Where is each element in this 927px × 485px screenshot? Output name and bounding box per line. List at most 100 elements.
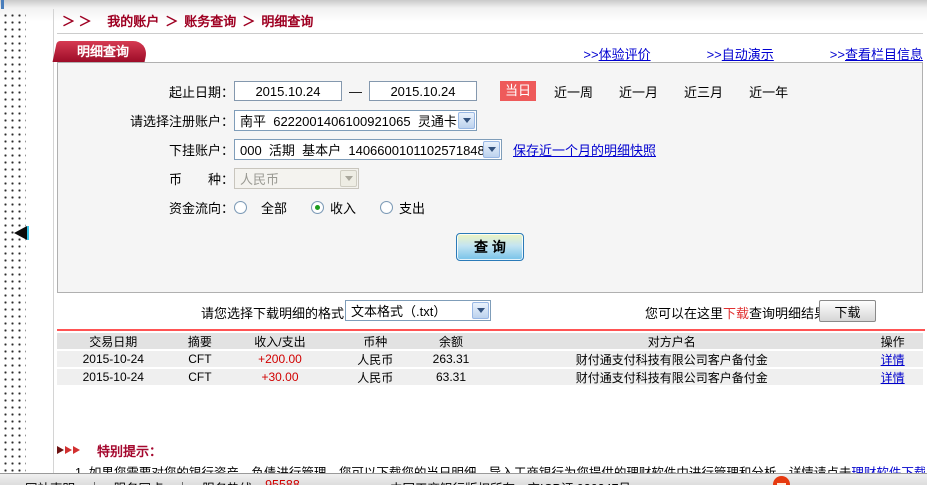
detail-link[interactable]: 详情 [881,353,905,367]
radio-icon [380,201,393,214]
query-button[interactable]: 查 询 [456,233,524,261]
download-hint: 您可以在这里下载查询明细结果 [645,303,827,322]
end-date-input[interactable] [369,81,477,101]
breadcrumb-separator: ＞ [236,14,261,29]
table-top-red-divider [57,329,925,331]
currency-select: 人民币 [234,168,359,189]
dropdown-arrow-icon[interactable] [472,302,489,319]
download-format-label: 请您选择下载明细的格式 [57,303,344,322]
service-outlets-link[interactable]: 服务网点 [114,478,164,485]
cell-summary: CFT [170,352,231,366]
results-table: 交易日期 摘要 收入/支出 币种 余额 对方户名 操作 2015-10-24 C… [57,333,923,387]
cell-amount: +200.00 [230,352,330,366]
dropdown-arrow-icon [340,170,357,187]
cell-currency: 人民币 [330,369,421,386]
cell-balance: 263.31 [421,352,482,366]
save-monthly-snapshot-link[interactable]: 保存近一个月的明细快照 [513,140,656,159]
hotline-number: 95588 [265,478,300,485]
download-format-value: 文本格式（.txt） [351,301,446,320]
breadcrumb-separator: ＞ [159,14,184,29]
quick-range-last-3-months[interactable]: 近三月 [684,82,723,101]
sub-account-label: 下挂账户： [58,140,234,159]
quick-range-last-week[interactable]: 近一周 [554,82,593,101]
currency-value: 人民币 [240,169,279,188]
cell-summary: CFT [170,370,231,384]
experience-rating-link[interactable]: >>体验评价 [583,44,650,63]
query-form-panel: 起止日期： — 当日 近一周 近一月 近三月 近一年 请选择注册账户： 南平 6… [57,62,923,293]
cell-amount: +30.00 [230,370,330,384]
col-header-action: 操作 [862,333,923,350]
breadcrumb-item-detail-query[interactable]: 明细查询 [261,14,313,29]
special-tips-title: 特别提示： [97,441,162,460]
date-range-label: 起止日期： [58,82,234,101]
registered-account-row: 请选择注册账户： 南平 6222001406100921065 灵通卡 [58,109,922,131]
quick-range-last-month[interactable]: 近一月 [619,82,658,101]
table-header-row: 交易日期 摘要 收入/支出 币种 余额 对方户名 操作 [57,333,923,349]
radio-icon [311,201,324,214]
registered-account-select[interactable]: 南平 6222001406100921065 灵通卡 [234,110,477,131]
cell-counterparty: 财付通支付科技有限公司客户备付金 [481,369,862,386]
footer-separator: ｜ [88,478,101,485]
sub-account-value: 000 活期 基本户 1406600101102571848 [240,140,485,159]
cell-date: 2015-10-24 [57,370,170,384]
breadcrumb-item-account-query[interactable]: 账务查询 [184,14,236,29]
sidebar-collapse-arrow-icon[interactable] [14,226,27,240]
start-date-input[interactable] [234,81,342,101]
today-badge[interactable]: 当日 [500,81,536,101]
currency-row: 币 种： 人民币 [58,167,922,189]
cell-counterparty: 财付通支付科技有限公司客户备付金 [481,351,862,368]
flow-option-income[interactable]: 收入 [311,198,356,217]
icbc-detail-query-page: ＞ ＞ 我的账户＞账务查询＞明细查询 明细查询 >>体验评价 >>自动演示 >>… [0,0,927,485]
collapsed-sidebar-dots [0,10,26,473]
breadcrumb: ＞ ＞ 我的账户＞账务查询＞明细查询 [62,11,313,30]
dropdown-arrow-icon[interactable] [458,112,475,129]
hotline-label: 服务热线 [202,478,252,485]
detail-link[interactable]: 详情 [881,371,905,385]
view-column-info-link[interactable]: >>查看栏目信息 [830,44,923,63]
cell-currency: 人民币 [330,351,421,368]
header-links: >>体验评价 >>自动演示 >>查看栏目信息 [583,44,923,63]
download-format-select[interactable]: 文本格式（.txt） [345,300,491,321]
date-range-dash: — [349,84,362,99]
breadcrumb-prefix-icon: ＞ ＞ [62,14,92,29]
breadcrumb-item-my-account[interactable]: 我的账户 [107,14,159,29]
col-header-date: 交易日期 [57,333,170,350]
cell-balance: 63.31 [421,370,482,384]
sub-account-select[interactable]: 000 活期 基本户 1406600101102571848 [234,139,502,160]
col-header-amount: 收入/支出 [230,333,330,350]
col-header-counterparty: 对方户名 [481,333,862,350]
flow-option-expense-label: 支出 [399,198,425,217]
tab-detail-query[interactable]: 明细查询 [57,41,149,62]
flow-option-all[interactable]: 全部 [234,198,287,217]
download-row: 请您选择下载明细的格式 文本格式（.txt） 您可以在这里下载查询明细结果 下载 [57,300,923,322]
currency-label: 币 种： [58,169,234,188]
dropdown-arrow-icon[interactable] [483,141,500,158]
site-statement-link[interactable]: 网站声明 [25,478,75,485]
registered-account-value: 南平 6222001406100921065 灵通卡 [240,111,457,130]
fund-flow-label: 资金流向： [58,198,234,217]
table-row: 2015-10-24 CFT +30.00 人民币 63.31 财付通支付科技有… [57,369,923,385]
tip-arrow-icon [65,446,72,454]
download-hint-emphasis: 下载 [723,306,749,321]
flow-option-income-label: 收入 [330,198,356,217]
breadcrumb-divider [57,33,923,34]
fund-flow-row: 资金流向： 全部 收入 支出 [58,196,922,218]
auto-demo-link[interactable]: >>自动演示 [707,44,774,63]
cell-date: 2015-10-24 [57,352,170,366]
registered-account-label: 请选择注册账户： [58,111,234,130]
flow-option-all-label: 全部 [261,198,287,217]
radio-icon [234,201,247,214]
table-row: 2015-10-24 CFT +200.00 人民币 263.31 财付通支付科… [57,351,923,367]
copyright-text: 中国工商银行版权所有 京ICP证 030247号 [390,478,631,485]
footer-links: 网站声明 ｜ 服务网点 ｜ 服务热线 95588 [25,478,300,485]
download-button[interactable]: 下载 [819,300,876,322]
tab-label: 明细查询 [57,41,149,62]
col-header-summary: 摘要 [170,333,231,350]
page-footer: 网站声明 ｜ 服务网点 ｜ 服务热线 95588 中国工商银行版权所有 京ICP… [0,473,927,485]
date-range-row: 起止日期： — 当日 近一周 近一月 近三月 近一年 [58,80,922,102]
corner-blue-mark [1,0,4,9]
flow-option-expense[interactable]: 支出 [380,198,425,217]
icbc-logo-icon [773,476,790,485]
tip-arrow-icon [73,446,80,454]
quick-range-last-year[interactable]: 近一年 [749,82,788,101]
